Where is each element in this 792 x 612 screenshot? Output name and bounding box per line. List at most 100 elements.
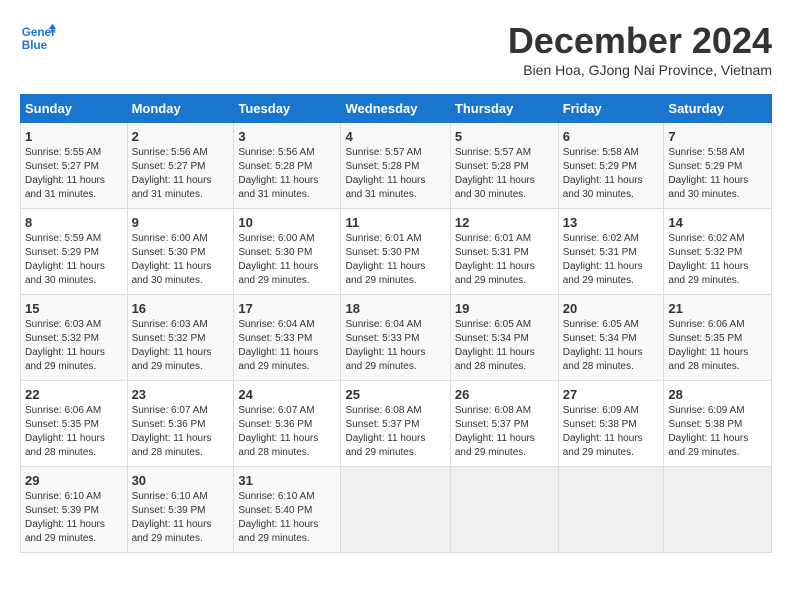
day-number: 1 [25, 129, 123, 144]
col-thursday: Thursday [450, 95, 558, 123]
week-row-4: 29 Sunrise: 6:10 AM Sunset: 5:39 PM Dayli… [21, 467, 772, 553]
day-number: 10 [238, 215, 336, 230]
logo: General Blue [20, 20, 56, 56]
day-cell: 2 Sunrise: 5:56 AM Sunset: 5:27 PM Daylig… [127, 123, 234, 209]
day-cell: 31 Sunrise: 6:10 AM Sunset: 5:40 PM Dayli… [234, 467, 341, 553]
day-info: Sunrise: 6:02 AM Sunset: 5:31 PM Dayligh… [563, 232, 660, 288]
day-info: Sunrise: 6:04 AM Sunset: 5:33 PM Dayligh… [238, 318, 336, 374]
day-cell: 26Sunrise: 6:08 AM Sunset: 5:37 PM Dayli… [450, 381, 558, 467]
day-cell: 28Sunrise: 6:09 AM Sunset: 5:38 PM Dayli… [664, 381, 772, 467]
day-cell: 27 Sunrise: 6:09 AM Sunset: 5:38 PM Dayli… [558, 381, 664, 467]
day-cell: 10 Sunrise: 6:00 AM Sunset: 5:30 PM Dayli… [234, 209, 341, 295]
day-cell [558, 467, 664, 553]
day-number: 27 [563, 387, 660, 402]
day-cell: 20 Sunrise: 6:05 AM Sunset: 5:34 PM Dayli… [558, 295, 664, 381]
day-number: 8 [25, 215, 123, 230]
col-monday: Monday [127, 95, 234, 123]
day-cell: 5 Sunrise: 5:57 AM Sunset: 5:28 PM Daylig… [450, 123, 558, 209]
svg-text:Blue: Blue [22, 39, 48, 52]
day-cell: 29 Sunrise: 6:10 AM Sunset: 5:39 PM Dayli… [21, 467, 128, 553]
day-cell: 25Sunrise: 6:08 AM Sunset: 5:37 PM Dayli… [341, 381, 450, 467]
page-container: General Blue December 2024 Bien Hoa, GJo… [20, 20, 772, 553]
day-info: Sunrise: 5:56 AM Sunset: 5:27 PM Dayligh… [132, 146, 230, 202]
day-info: Sunrise: 6:00 AM Sunset: 5:30 PM Dayligh… [132, 232, 230, 288]
day-info: Sunrise: 6:00 AM Sunset: 5:30 PM Dayligh… [238, 232, 336, 288]
day-cell: 19 Sunrise: 6:05 AM Sunset: 5:34 PM Dayli… [450, 295, 558, 381]
week-row-1: 8 Sunrise: 5:59 AM Sunset: 5:29 PM Daylig… [21, 209, 772, 295]
day-number: 4 [345, 129, 445, 144]
day-number: 20 [563, 301, 660, 316]
day-info: Sunrise: 6:06 AM Sunset: 5:35 PM Dayligh… [25, 404, 123, 460]
title-block: December 2024 Bien Hoa, GJong Nai Provin… [508, 20, 772, 90]
day-cell: 17 Sunrise: 6:04 AM Sunset: 5:33 PM Dayli… [234, 295, 341, 381]
day-cell: 30 Sunrise: 6:10 AM Sunset: 5:39 PM Dayli… [127, 467, 234, 553]
day-number: 30 [132, 473, 230, 488]
day-number: 14 [668, 215, 767, 230]
day-info: Sunrise: 5:57 AM Sunset: 5:28 PM Dayligh… [455, 146, 554, 202]
day-number: 6 [563, 129, 660, 144]
logo-icon: General Blue [20, 20, 56, 56]
day-info: Sunrise: 6:05 AM Sunset: 5:34 PM Dayligh… [455, 318, 554, 374]
col-sunday: Sunday [21, 95, 128, 123]
col-friday: Friday [558, 95, 664, 123]
day-info: Sunrise: 6:03 AM Sunset: 5:32 PM Dayligh… [132, 318, 230, 374]
day-number: 25 [345, 387, 445, 402]
header-row: Sunday Monday Tuesday Wednesday Thursday… [21, 95, 772, 123]
day-number: 2 [132, 129, 230, 144]
day-info: Sunrise: 5:57 AM Sunset: 5:28 PM Dayligh… [345, 146, 445, 202]
day-cell: 22 Sunrise: 6:06 AM Sunset: 5:35 PM Dayli… [21, 381, 128, 467]
day-info: Sunrise: 6:04 AM Sunset: 5:33 PM Dayligh… [345, 318, 445, 374]
day-cell: 14Sunrise: 6:02 AM Sunset: 5:32 PM Dayli… [664, 209, 772, 295]
day-cell: 8 Sunrise: 5:59 AM Sunset: 5:29 PM Daylig… [21, 209, 128, 295]
day-number: 22 [25, 387, 123, 402]
day-cell [664, 467, 772, 553]
day-info: Sunrise: 6:10 AM Sunset: 5:40 PM Dayligh… [238, 490, 336, 546]
day-number: 17 [238, 301, 336, 316]
day-number: 12 [455, 215, 554, 230]
day-cell: 15Sunrise: 6:03 AM Sunset: 5:32 PM Dayli… [21, 295, 128, 381]
col-saturday: Saturday [664, 95, 772, 123]
day-info: Sunrise: 6:10 AM Sunset: 5:39 PM Dayligh… [25, 490, 123, 546]
day-cell: 7Sunrise: 5:58 AM Sunset: 5:29 PM Daylig… [664, 123, 772, 209]
day-info: Sunrise: 6:03 AM Sunset: 5:32 PM Dayligh… [25, 318, 123, 374]
day-info: Sunrise: 6:07 AM Sunset: 5:36 PM Dayligh… [132, 404, 230, 460]
month-title: December 2024 [508, 20, 772, 62]
day-info: Sunrise: 5:59 AM Sunset: 5:29 PM Dayligh… [25, 232, 123, 288]
day-info: Sunrise: 6:09 AM Sunset: 5:38 PM Dayligh… [563, 404, 660, 460]
day-cell: 6Sunrise: 5:58 AM Sunset: 5:29 PM Daylig… [558, 123, 664, 209]
day-cell [341, 467, 450, 553]
day-info: Sunrise: 5:56 AM Sunset: 5:28 PM Dayligh… [238, 146, 336, 202]
week-row-3: 22 Sunrise: 6:06 AM Sunset: 5:35 PM Dayli… [21, 381, 772, 467]
day-info: Sunrise: 5:55 AM Sunset: 5:27 PM Dayligh… [25, 146, 123, 202]
calendar-table: Sunday Monday Tuesday Wednesday Thursday… [20, 94, 772, 553]
day-cell: 21Sunrise: 6:06 AM Sunset: 5:35 PM Dayli… [664, 295, 772, 381]
day-number: 24 [238, 387, 336, 402]
day-cell: 13Sunrise: 6:02 AM Sunset: 5:31 PM Dayli… [558, 209, 664, 295]
header: General Blue December 2024 Bien Hoa, GJo… [20, 20, 772, 90]
day-cell: 11 Sunrise: 6:01 AM Sunset: 5:30 PM Dayli… [341, 209, 450, 295]
day-cell: 12Sunrise: 6:01 AM Sunset: 5:31 PM Dayli… [450, 209, 558, 295]
day-cell: 16 Sunrise: 6:03 AM Sunset: 5:32 PM Dayli… [127, 295, 234, 381]
day-number: 21 [668, 301, 767, 316]
day-number: 31 [238, 473, 336, 488]
day-info: Sunrise: 6:01 AM Sunset: 5:30 PM Dayligh… [345, 232, 445, 288]
day-number: 19 [455, 301, 554, 316]
day-cell [450, 467, 558, 553]
day-number: 29 [25, 473, 123, 488]
day-number: 11 [345, 215, 445, 230]
day-number: 26 [455, 387, 554, 402]
week-row-0: 1 Sunrise: 5:55 AM Sunset: 5:27 PM Daylig… [21, 123, 772, 209]
day-cell: 1 Sunrise: 5:55 AM Sunset: 5:27 PM Daylig… [21, 123, 128, 209]
day-cell: 4 Sunrise: 5:57 AM Sunset: 5:28 PM Daylig… [341, 123, 450, 209]
day-info: Sunrise: 6:05 AM Sunset: 5:34 PM Dayligh… [563, 318, 660, 374]
day-number: 5 [455, 129, 554, 144]
day-info: Sunrise: 6:10 AM Sunset: 5:39 PM Dayligh… [132, 490, 230, 546]
day-number: 7 [668, 129, 767, 144]
day-cell: 18Sunrise: 6:04 AM Sunset: 5:33 PM Dayli… [341, 295, 450, 381]
location-subtitle: Bien Hoa, GJong Nai Province, Vietnam [508, 62, 772, 78]
day-cell: 24Sunrise: 6:07 AM Sunset: 5:36 PM Dayli… [234, 381, 341, 467]
day-number: 16 [132, 301, 230, 316]
day-cell: 3Sunrise: 5:56 AM Sunset: 5:28 PM Daylig… [234, 123, 341, 209]
col-tuesday: Tuesday [234, 95, 341, 123]
day-cell: 23Sunrise: 6:07 AM Sunset: 5:36 PM Dayli… [127, 381, 234, 467]
